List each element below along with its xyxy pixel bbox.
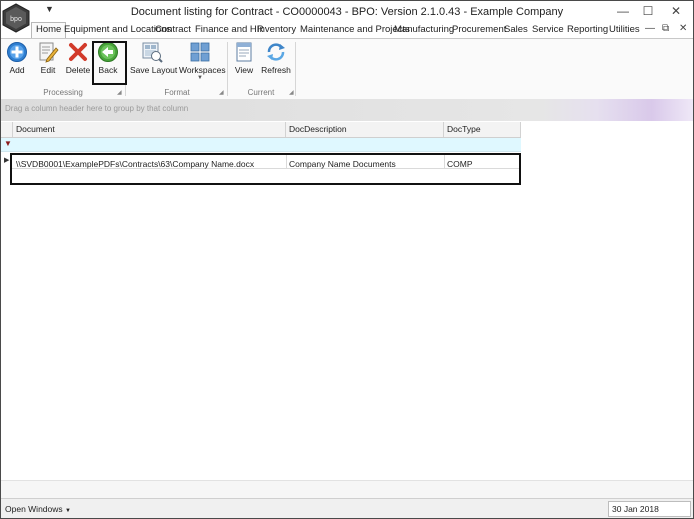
refresh-button[interactable]: Refresh [260, 41, 292, 81]
open-windows-button[interactable]: Open Windows ▼ [5, 504, 71, 514]
workspaces-label: Workspaces [179, 65, 226, 75]
view-label: View [234, 65, 254, 75]
grid-footer-strip [1, 480, 693, 499]
delete-button[interactable]: Delete [64, 41, 92, 81]
edit-icon [39, 42, 59, 63]
add-button[interactable]: Add [5, 41, 29, 81]
view-document-icon [236, 42, 252, 62]
column-header-docdescription[interactable]: DocDescription [286, 122, 444, 137]
open-windows-label: Open Windows [5, 504, 63, 514]
save-layout-label: Save Layout [130, 65, 178, 75]
workspaces-button[interactable]: Workspaces ▼ [179, 41, 226, 81]
current-date-field[interactable]: 30 Jan 2018 [608, 501, 691, 517]
back-highlight-box [92, 41, 127, 85]
auto-filter-row[interactable]: ▼ [1, 138, 521, 152]
save-layout-button[interactable]: Save Layout [130, 41, 178, 81]
tab-procurement[interactable]: Procurement [452, 23, 506, 37]
bpo-logo-icon[interactable]: bpo [2, 3, 30, 33]
tab-contract[interactable]: Contract [155, 23, 191, 37]
workspaces-dropdown-arrow-icon: ▼ [197, 75, 203, 81]
tab-sales[interactable]: Sales [504, 23, 528, 37]
status-bar: Open Windows ▼ 30 Jan 2018 [1, 498, 693, 518]
ribbon-tabs: Home Equipment and Locations Contract Fi… [1, 22, 693, 39]
view-button[interactable]: View [232, 41, 256, 81]
cell-doctype[interactable]: COMP [447, 158, 473, 170]
add-icon [7, 42, 27, 62]
table-row[interactable]: \\SVDB0001\ExamplePDFs\Contracts\63\Comp… [10, 153, 521, 185]
open-windows-dropdown-icon: ▼ [65, 508, 71, 514]
row-indicator-icon: ▶ [4, 157, 10, 164]
group-by-panel[interactable]: Drag a column header here to group by th… [1, 99, 693, 121]
group-separator [227, 42, 228, 96]
edit-label: Edit [40, 65, 56, 75]
maximize-button[interactable]: ☐ [641, 4, 655, 18]
delete-label: Delete [65, 65, 91, 75]
filter-funnel-icon[interactable]: ▼ [4, 139, 12, 148]
restore-child-button[interactable]: ⧉ [662, 23, 669, 34]
group-separator [295, 42, 296, 96]
window-title: Document listing for Contract - CO000004… [130, 6, 564, 18]
workspaces-grid-icon [190, 42, 210, 62]
tab-home[interactable]: Home [31, 22, 67, 39]
app-window: ▼ Document listing for Contract - CO0000… [0, 0, 694, 519]
cell-docdescription[interactable]: Company Name Documents [289, 158, 396, 170]
save-layout-icon [142, 42, 163, 63]
minimize-button[interactable]: — [616, 4, 630, 18]
tab-inventory[interactable]: Inventory [257, 23, 296, 37]
column-header-document[interactable]: Document [13, 122, 286, 137]
tab-service[interactable]: Service [532, 23, 564, 37]
ribbon-minimize-button[interactable]: — [645, 23, 655, 34]
title-bar: ▼ Document listing for Contract - CO0000… [1, 1, 693, 23]
column-header-doctype[interactable]: DocType [444, 122, 521, 137]
close-child-button[interactable]: ✕ [679, 23, 687, 34]
processing-group-label: Processing [43, 88, 83, 97]
grid-header-row: Document DocDescription DocType [1, 122, 521, 138]
refresh-label: Refresh [261, 65, 291, 75]
group-by-hint: Drag a column header here to group by th… [5, 104, 189, 113]
format-group-label: Format [164, 88, 190, 97]
close-button[interactable]: ✕ [669, 4, 683, 18]
tab-manufacturing[interactable]: Manufacturing [394, 23, 454, 37]
delete-x-icon [69, 43, 87, 61]
tab-utilities[interactable]: Utilities [609, 23, 640, 37]
current-group-label: Current [247, 88, 275, 97]
add-label: Add [9, 65, 25, 75]
format-launcher-icon[interactable]: ◢ [219, 89, 224, 96]
refresh-icon [267, 43, 285, 61]
row-selector-header [1, 122, 13, 137]
edit-button[interactable]: Edit [36, 41, 60, 81]
current-launcher-icon[interactable]: ◢ [289, 89, 294, 96]
processing-launcher-icon[interactable]: ◢ [117, 89, 122, 96]
tab-reporting[interactable]: Reporting [567, 23, 608, 37]
tab-finance-and-hr[interactable]: Finance and HR [195, 23, 264, 37]
cell-document[interactable]: \\SVDB0001\ExamplePDFs\Contracts\63\Comp… [16, 158, 254, 170]
logo-text: bpo [10, 16, 22, 23]
